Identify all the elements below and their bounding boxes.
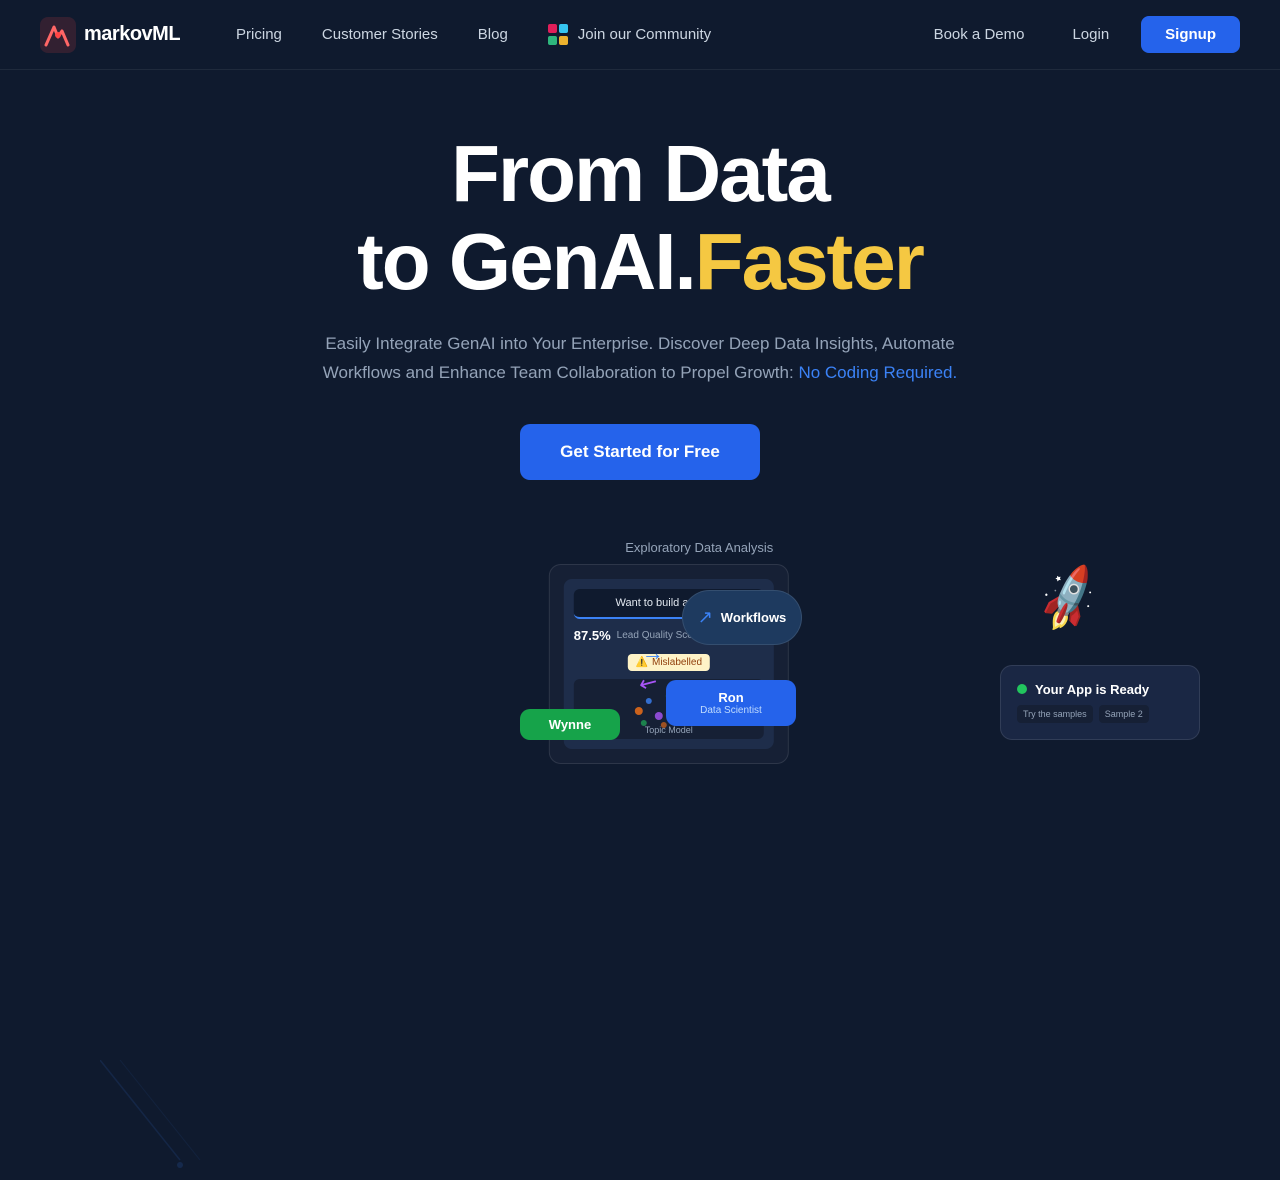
hero-title-line1: From Data [451,129,829,218]
arrow-connector-1: → [642,640,664,666]
nav-links-left: Pricing Customer Stories Blog Join our C… [220,16,727,54]
nav-customer-stories[interactable]: Customer Stories [306,18,454,51]
nav-book-demo[interactable]: Book a Demo [918,18,1041,51]
hero-title: From Data to GenAI.Faster [357,130,923,306]
bg-decorative-lines [100,1060,220,1180]
hero-section: From Data to GenAI.Faster Easily Integra… [0,70,1280,780]
workflow-label: Workflows [721,610,787,625]
nav-signup[interactable]: Signup [1141,16,1240,53]
nav-login[interactable]: Login [1056,18,1125,51]
ron-name: Ron [680,690,782,705]
nav-pricing[interactable]: Pricing [220,18,298,51]
eda-label: Exploratory Data Analysis [625,540,773,555]
green-status-dot [1017,684,1027,694]
wynne-card: Wynne [520,709,620,740]
app-ready-title: Your App is Ready [1035,682,1149,697]
logo-link[interactable]: markovML [40,17,180,53]
nav-links-right: Book a Demo Login Signup [918,16,1240,53]
hero-subtitle: Easily Integrate GenAI into Your Enterpr… [290,330,990,388]
topic-model-label: Topic Model [645,725,693,735]
hero-title-line2-prefix: to GenAI. [357,217,695,306]
ron-card: Ron Data Scientist [666,680,796,726]
rocket-decoration: 🚀 [1030,561,1109,638]
nav-community[interactable]: Join our Community [532,16,727,54]
hero-subtitle-highlight: No Coding Required. [798,363,957,382]
ron-title: Data Scientist [680,705,782,716]
nav-community-label: Join our Community [578,26,711,43]
nav-blog[interactable]: Blog [462,18,524,51]
app-ready-card: Your App is Ready Try the samples Sample… [1000,665,1200,740]
workflow-card: ↗ Workflows [682,590,802,645]
wynne-name: Wynne [549,717,591,732]
community-icon [548,24,570,46]
hero-title-accent: Faster [695,217,923,306]
navbar: markovML Pricing Customer Stories Blog J… [0,0,1280,70]
cta-button[interactable]: Get Started for Free [520,424,760,480]
workflow-icon: ↗ [698,607,713,628]
logo-icon [40,17,76,53]
mislabelled-badge: ⚠️ Mislabelled [574,652,764,671]
dashboard-preview: Exploratory Data Analysis Want to build … [40,540,1240,740]
logo-text: markovML [84,23,180,46]
stat-value: 87.5% [574,628,611,643]
